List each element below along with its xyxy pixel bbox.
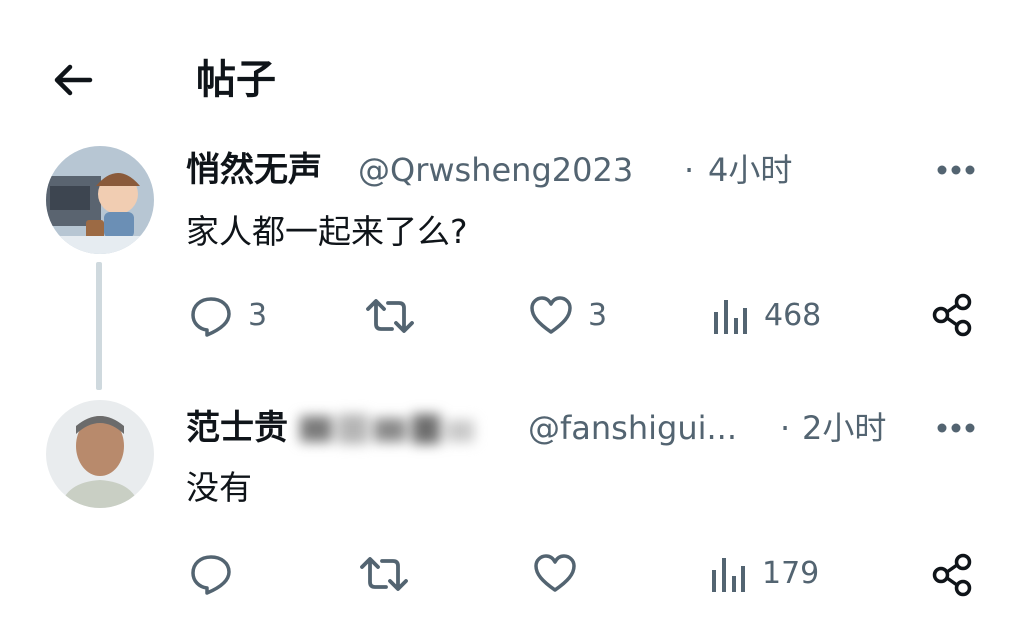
view-count: 468: [764, 298, 822, 333]
reply-button[interactable]: 3: [188, 294, 267, 338]
thread-line: [96, 262, 102, 390]
author-name[interactable]: 悄然无声: [186, 146, 322, 194]
more-icon[interactable]: [934, 162, 978, 178]
share-icon[interactable]: [930, 552, 976, 602]
repost-button[interactable]: [358, 552, 424, 596]
repost-icon: [366, 299, 414, 333]
analytics-icon: [712, 558, 745, 592]
more-icon[interactable]: [934, 420, 978, 436]
author-handle[interactable]: @fanshigui...: [528, 404, 737, 452]
reply-count: 3: [248, 298, 268, 333]
post-text: 没有: [186, 468, 252, 507]
author-handle[interactable]: @Qrwsheng2023: [358, 146, 633, 194]
repost-icon: [360, 557, 408, 591]
redacted-name-blur: [300, 412, 476, 448]
heart-icon: [534, 554, 576, 592]
meta-separator: ·: [684, 151, 695, 189]
like-count: 3: [588, 298, 608, 333]
share-icon[interactable]: [930, 292, 976, 342]
avatar[interactable]: [46, 400, 154, 508]
post-time[interactable]: 4小时: [708, 146, 792, 194]
author-name[interactable]: 范士贵: [186, 404, 288, 452]
like-button[interactable]: [532, 552, 592, 596]
avatar[interactable]: [46, 146, 154, 254]
post-time[interactable]: 2小时: [802, 404, 886, 452]
page-title: 帖子: [196, 57, 276, 103]
post-text: 家人都一起来了么?: [186, 212, 468, 251]
reply-icon: [191, 555, 231, 595]
arrow-left-icon[interactable]: [48, 56, 96, 104]
view-count: 179: [762, 556, 820, 591]
reply-button[interactable]: [188, 552, 248, 596]
analytics-icon: [714, 300, 747, 334]
views-button[interactable]: 179: [708, 552, 819, 596]
views-button[interactable]: 468: [710, 294, 821, 338]
like-button[interactable]: 3: [528, 294, 607, 338]
meta-separator: ·: [780, 409, 791, 447]
reply-icon: [191, 297, 231, 337]
heart-icon: [530, 296, 572, 334]
repost-button[interactable]: [364, 294, 430, 338]
